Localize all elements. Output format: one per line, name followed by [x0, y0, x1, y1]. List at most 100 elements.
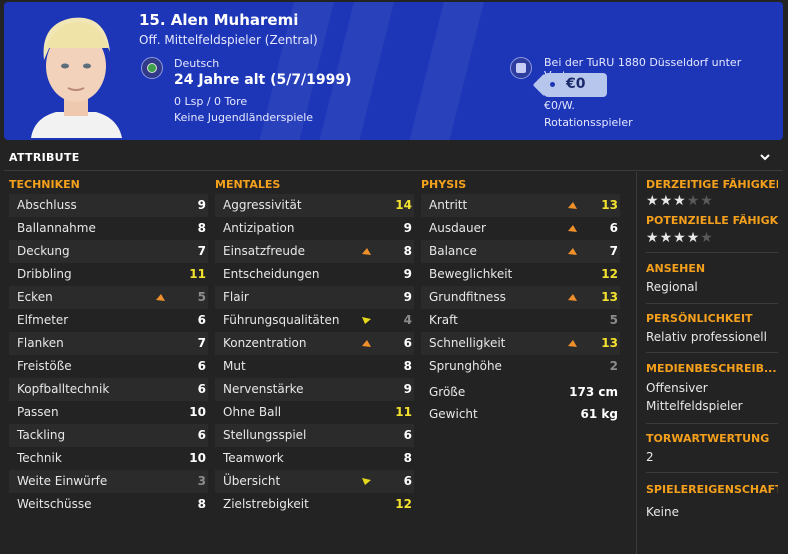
current-ability-stars: ★★★★★: [646, 193, 714, 209]
attribute-row[interactable]: Beweglichkeit 12: [421, 263, 620, 286]
nationality-label: Deutsch: [174, 57, 220, 70]
attribute-label: Technik: [17, 451, 62, 465]
attribute-row[interactable]: Schnelligkeit 13: [421, 332, 620, 355]
chevron-down-icon[interactable]: [758, 151, 772, 163]
attribute-row[interactable]: Weite Einwürfe 3: [9, 470, 208, 493]
attribute-label: Einsatzfreude: [223, 244, 306, 258]
attribute-value: 3: [197, 474, 206, 488]
personality-title: PERSÖNLICHKEIT: [646, 312, 753, 325]
star-filled-icon: ★: [659, 193, 674, 209]
attribute-row[interactable]: Stellungsspiel 6: [215, 424, 414, 447]
attribute-value: 7: [609, 244, 618, 258]
attribute-row[interactable]: Ausdauer 6: [421, 217, 620, 240]
attribute-label: Ohne Ball: [223, 405, 282, 419]
media-description-line2: Mittelfeldspieler: [646, 399, 743, 413]
attribute-row[interactable]: Dribbling 11: [9, 263, 208, 286]
attribute-row[interactable]: Abschluss 9: [9, 194, 208, 217]
attribute-row[interactable]: Tackling 6: [9, 424, 208, 447]
attribute-value: 7: [197, 336, 206, 350]
attribute-row[interactable]: Nervenstärke 9: [215, 378, 414, 401]
attribute-value: 5: [197, 290, 206, 304]
trend-down-arrow-icon: [362, 478, 371, 485]
star-filled-icon: ★: [646, 230, 660, 246]
attribute-label: Schnelligkeit: [429, 336, 506, 350]
attribute-label: Weitschüsse: [17, 497, 92, 511]
attribute-value: 8: [403, 244, 412, 258]
physical-heading: PHYSIS: [421, 178, 467, 191]
attribute-value: 14: [395, 198, 412, 212]
attribute-row[interactable]: Einsatzfreude 8: [215, 240, 414, 263]
attribute-row[interactable]: Ohne Ball 11: [215, 401, 414, 424]
attribute-row[interactable]: Entscheidungen 9: [215, 263, 414, 286]
attribute-label: Abschluss: [17, 198, 77, 212]
attribute-label: Aggressivität: [223, 198, 302, 212]
trend-up-arrow-icon: [568, 202, 577, 209]
attribute-label: Weite Einwürfe: [17, 474, 108, 488]
reputation-value: Regional: [646, 280, 698, 294]
reputation-title: ANSEHEN: [646, 262, 706, 275]
attribute-value: 11: [395, 405, 412, 419]
trend-up-arrow-icon: [568, 248, 577, 255]
personality-value[interactable]: Relativ professionell: [646, 329, 767, 345]
attribute-row[interactable]: Deckung 7: [9, 240, 208, 263]
attribute-row[interactable]: Technik 10: [9, 447, 208, 470]
attribute-row[interactable]: Passen 10: [9, 401, 208, 424]
mental-attributes: Aggressivität 14 Antizipation 9 Einsatzfreud…: [215, 194, 414, 516]
attribute-label: Kraft: [429, 313, 458, 327]
trend-down-arrow-icon: [362, 317, 371, 324]
attribute-label: Mut: [223, 359, 246, 373]
attribute-row[interactable]: Aggressivität 14: [215, 194, 414, 217]
star-filled-icon: ★: [686, 230, 701, 246]
attribute-row[interactable]: Ballannahme 8: [9, 217, 208, 240]
club-badge-icon[interactable]: [510, 57, 532, 79]
star-empty-icon: ★: [700, 193, 714, 209]
player-traits-title: SPIELEREIGENSCHAFT: [646, 483, 778, 496]
attribute-row[interactable]: Freistöße 6: [9, 355, 208, 378]
technical-attributes: Abschluss 9 Ballannahme 8 Deckung 7 Dribbling 1…: [9, 194, 208, 516]
attribute-label: Ballannahme: [17, 221, 96, 235]
attribute-label: Führungsqualitäten: [223, 313, 340, 327]
attribute-row[interactable]: Führungsqualitäten 4: [215, 309, 414, 332]
attribute-value: 10: [189, 405, 206, 419]
height-label: Größe: [429, 385, 466, 399]
attribute-label: Dribbling: [17, 267, 72, 281]
attribute-value: 12: [601, 267, 618, 281]
attribute-row[interactable]: Balance 7: [421, 240, 620, 263]
attribute-row[interactable]: Teamwork 8: [215, 447, 414, 470]
attribute-row[interactable]: Kopfballtechnik 6: [9, 378, 208, 401]
attribute-row[interactable]: Elfmeter 6: [9, 309, 208, 332]
attribute-row[interactable]: Mut 8: [215, 355, 414, 378]
attribute-row[interactable]: Flanken 7: [9, 332, 208, 355]
player-header: 15. Alen Muharemi Off. Mittelfeldspieler…: [4, 2, 783, 140]
attribute-value: 13: [601, 290, 618, 304]
attribute-row[interactable]: Flair 9: [215, 286, 414, 309]
attribute-row[interactable]: Antizipation 9: [215, 217, 414, 240]
attribute-label: Passen: [17, 405, 59, 419]
star-empty-icon: ★: [700, 230, 714, 246]
attribute-value: 6: [403, 428, 412, 442]
side-separator: [646, 303, 778, 304]
attribute-value: 4: [403, 313, 412, 327]
attribute-row[interactable]: Sprunghöhe 2: [421, 355, 620, 378]
attribute-label: Tackling: [17, 428, 66, 442]
attribute-value: 6: [609, 221, 618, 235]
player-value: €0: [566, 76, 586, 92]
attribute-row[interactable]: Grundfitness 13: [421, 286, 620, 309]
trend-up-arrow-icon: [568, 225, 577, 232]
trend-up-arrow-icon: [362, 248, 371, 255]
attribute-label: Freistöße: [17, 359, 72, 373]
section-divider: [4, 170, 783, 171]
attribute-label: Stellungsspiel: [223, 428, 307, 442]
attribute-row[interactable]: Übersicht 6: [215, 470, 414, 493]
potential-ability-stars: ★★★★★: [646, 230, 714, 246]
attribute-row[interactable]: Weitschüsse 8: [9, 493, 208, 516]
attribute-label: Grundfitness: [429, 290, 506, 304]
attribute-row[interactable]: Zielstrebigkeit 12: [215, 493, 414, 516]
attribute-row[interactable]: Konzentration 6: [215, 332, 414, 355]
nationality-flag-icon[interactable]: [141, 57, 163, 79]
attribute-row[interactable]: Antritt 13: [421, 194, 620, 217]
attribute-value: 9: [403, 267, 412, 281]
attribute-row[interactable]: Kraft 5: [421, 309, 620, 332]
attribute-row[interactable]: Ecken 5: [9, 286, 208, 309]
attribute-value: 9: [403, 382, 412, 396]
